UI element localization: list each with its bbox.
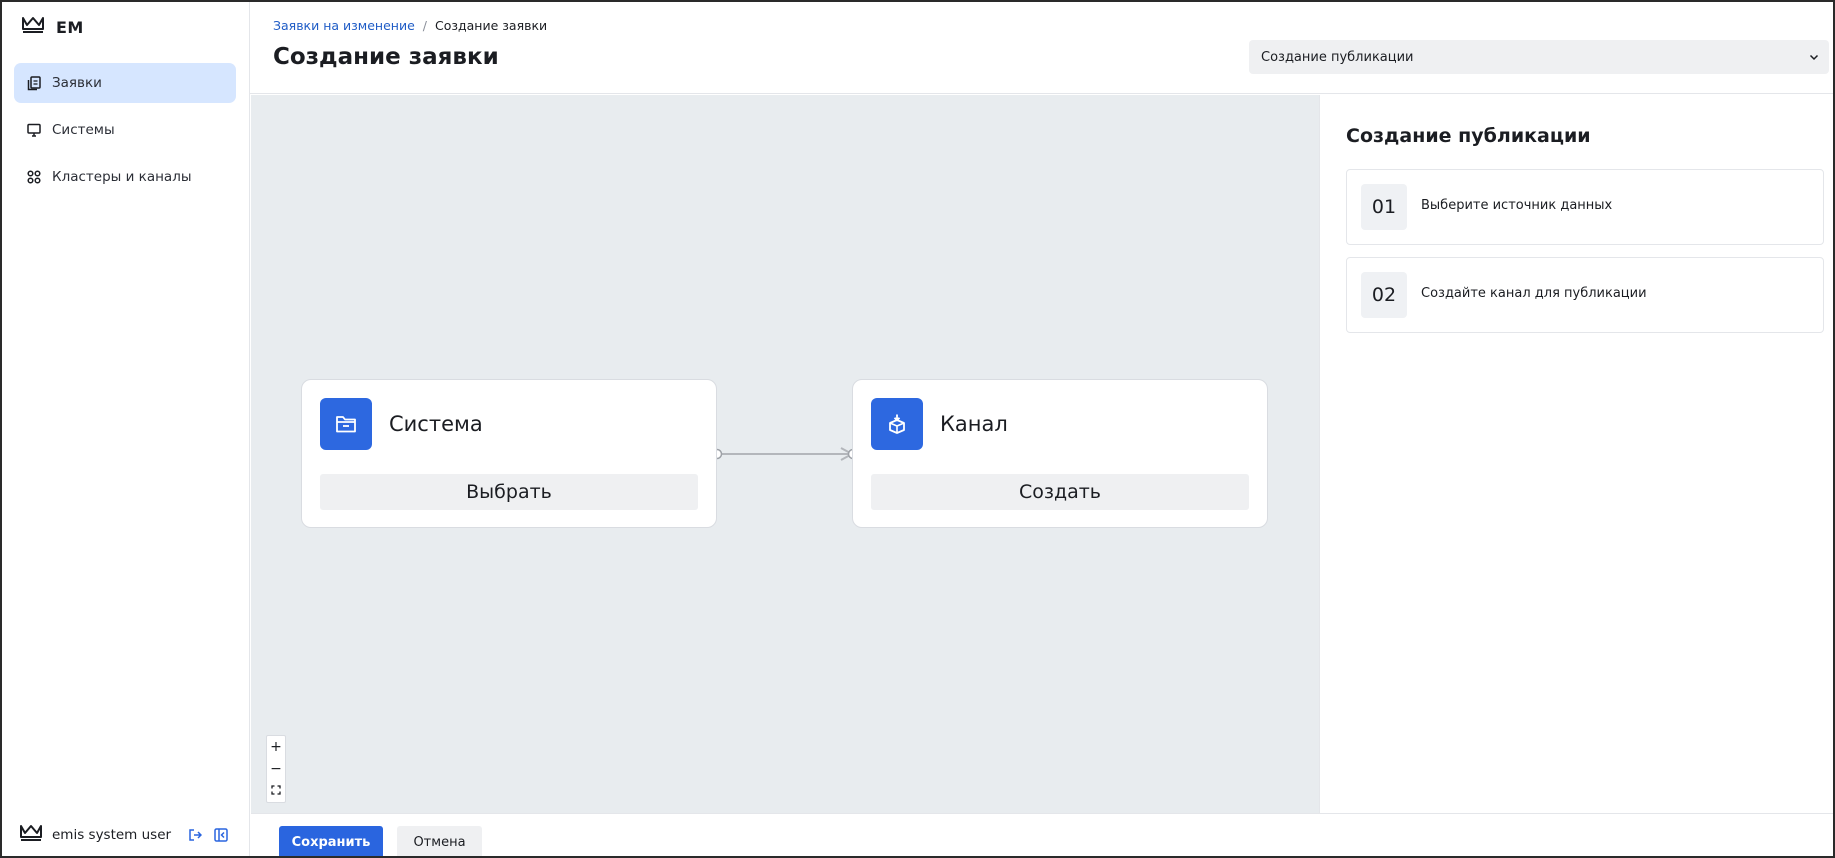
breadcrumb-link-requests[interactable]: Заявки на изменение bbox=[273, 18, 415, 33]
logout-icon[interactable] bbox=[187, 827, 203, 843]
fit-view-button[interactable] bbox=[267, 780, 285, 802]
request-type-select[interactable]: Создание публикации bbox=[1249, 40, 1829, 74]
step-number: 02 bbox=[1361, 272, 1407, 318]
collapse-sidebar-icon[interactable] bbox=[213, 827, 229, 843]
create-channel-button[interactable]: Создать bbox=[871, 474, 1249, 510]
cancel-button[interactable]: Отмена bbox=[397, 826, 482, 856]
page-header: Заявки на изменение / Создание заявки Со… bbox=[250, 2, 1833, 94]
app-window: EM Заявки Системы Кластеры и каналы emis… bbox=[0, 0, 1835, 858]
step-card: 02 Создайте канал для публикации bbox=[1346, 257, 1824, 333]
crown-avatar-icon bbox=[20, 824, 42, 846]
panel-title: Создание публикации bbox=[1346, 125, 1591, 147]
logo-text: EM bbox=[56, 17, 84, 37]
flow-node-channel[interactable]: Канал Создать bbox=[852, 379, 1268, 528]
breadcrumb: Заявки на изменение / Создание заявки bbox=[273, 18, 547, 33]
select-system-button[interactable]: Выбрать bbox=[320, 474, 698, 510]
grid-icon bbox=[26, 169, 42, 185]
flow-node-title: Система bbox=[389, 412, 483, 436]
flow-node-title: Канал bbox=[940, 412, 1008, 436]
zoom-controls: + − bbox=[266, 735, 286, 803]
user-block: emis system user bbox=[20, 824, 229, 846]
crown-logo-icon bbox=[22, 16, 44, 38]
breadcrumb-separator: / bbox=[422, 18, 427, 33]
sidebar-nav: Заявки Системы Кластеры и каналы bbox=[14, 63, 236, 204]
box-download-icon bbox=[871, 398, 923, 450]
zoom-in-button[interactable]: + bbox=[267, 736, 285, 758]
sidebar-item-label: Кластеры и каналы bbox=[52, 169, 192, 185]
step-number: 01 bbox=[1361, 184, 1407, 230]
instructions-panel: Создание публикации 01 Выберите источник… bbox=[1319, 95, 1833, 813]
sidebar-item-systems[interactable]: Системы bbox=[14, 110, 236, 150]
step-card: 01 Выберите источник данных bbox=[1346, 169, 1824, 245]
fullscreen-icon bbox=[271, 783, 281, 799]
flow-node-system[interactable]: Система Выбрать bbox=[301, 379, 717, 528]
breadcrumb-current: Создание заявки bbox=[434, 18, 548, 33]
monitor-icon bbox=[26, 122, 42, 138]
chevron-down-icon bbox=[1807, 50, 1821, 64]
step-text: Создайте канал для публикации bbox=[1421, 286, 1647, 301]
flow-canvas[interactable]: Система Выбрать Канал Создать + − bbox=[251, 95, 1319, 813]
sidebar-item-clusters[interactable]: Кластеры и каналы bbox=[14, 157, 236, 197]
sidebar-item-label: Заявки bbox=[52, 75, 102, 91]
zoom-out-button[interactable]: − bbox=[267, 758, 285, 780]
request-type-value: Создание публикации bbox=[1261, 49, 1414, 65]
sidebar: EM Заявки Системы Кластеры и каналы emis… bbox=[2, 2, 250, 856]
sidebar-item-label: Системы bbox=[52, 122, 115, 138]
page-title: Создание заявки bbox=[273, 44, 499, 70]
form-footer: Сохранить Отмена bbox=[251, 813, 1833, 856]
app-logo[interactable]: EM bbox=[22, 16, 84, 38]
step-text: Выберите источник данных bbox=[1421, 198, 1613, 213]
save-button[interactable]: Сохранить bbox=[279, 826, 383, 856]
folder-icon bbox=[320, 398, 372, 450]
sidebar-item-requests[interactable]: Заявки bbox=[14, 63, 236, 103]
documents-icon bbox=[26, 75, 42, 91]
user-name: emis system user bbox=[52, 827, 172, 843]
